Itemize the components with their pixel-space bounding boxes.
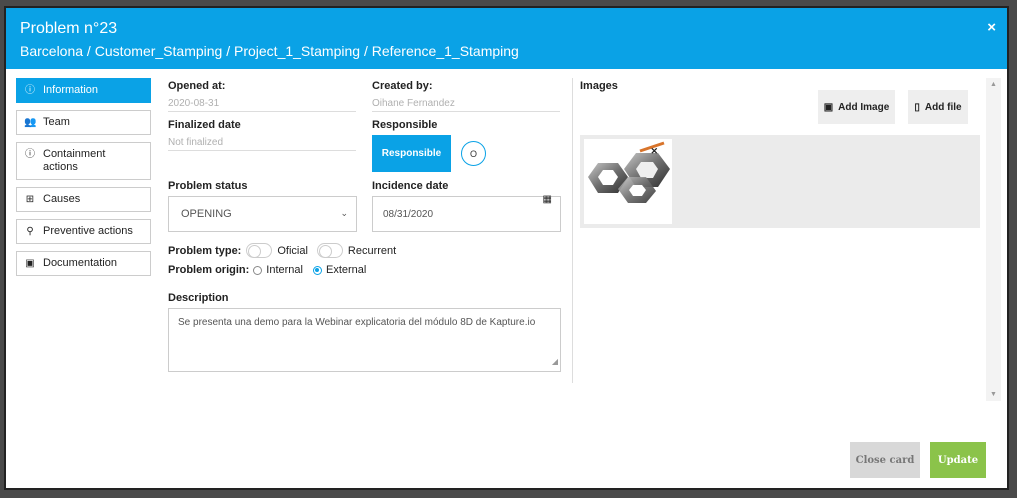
image-thumbnail[interactable]: ✕ xyxy=(584,139,672,224)
problem-title: Problem n°23 xyxy=(20,20,118,37)
recurrent-toggle[interactable] xyxy=(316,243,343,258)
sidebar-item-team[interactable]: 👥 Team xyxy=(16,110,151,135)
info-icon: ⓘ xyxy=(25,85,35,96)
opened-at-label: Opened at: xyxy=(168,80,226,92)
oficial-toggle[interactable] xyxy=(246,243,273,258)
problem-type-label: Problem type: xyxy=(168,244,242,257)
add-image-label: Add Image xyxy=(838,101,890,113)
sidebar-item-documentation[interactable]: ▣ Documentation xyxy=(16,251,151,276)
team-icon: 👥 xyxy=(24,117,37,128)
chevron-down-icon: ⌄ xyxy=(340,208,348,218)
finalized-date-value: Not finalized xyxy=(168,137,356,151)
panel-divider xyxy=(572,78,573,383)
sidebar-item-information[interactable]: ⓘ Information xyxy=(16,78,151,103)
close-icon[interactable]: × xyxy=(987,19,996,36)
sidebar-item-label: Information xyxy=(43,84,99,96)
close-card-button[interactable]: Close card xyxy=(850,442,920,478)
scroll-down-icon[interactable]: ▼ xyxy=(990,391,997,398)
internal-label: Internal xyxy=(266,264,303,276)
sidebar-item-label: Preventive actions xyxy=(43,225,133,237)
file-icon: ▯ xyxy=(914,101,920,113)
add-image-button[interactable]: ▣ Add Image xyxy=(818,90,895,124)
problem-origin-row: Problem origin: Internal External xyxy=(168,264,366,276)
hierarchy-icon: ⊞ xyxy=(25,194,35,205)
recurrent-label: Recurrent xyxy=(347,244,397,257)
problem-modal: Problem n°23 Barcelona / Customer_Stampi… xyxy=(4,6,1009,490)
image-icon: ▣ xyxy=(823,101,834,113)
internal-radio[interactable] xyxy=(253,265,263,275)
scroll-up-icon[interactable]: ▲ xyxy=(990,81,997,88)
problem-status-label: Problem status xyxy=(168,180,248,192)
external-label: External xyxy=(325,264,367,276)
images-panel: Images ▣ Add Image ▯ Add file ✕ xyxy=(580,78,982,401)
document-icon: ▣ xyxy=(25,258,35,269)
hex-nuts-image xyxy=(588,141,670,203)
sidebar-item-label: Team xyxy=(43,116,70,128)
incidence-date-label: Incidence date xyxy=(372,180,449,192)
problem-status-value: OPENING xyxy=(181,208,232,220)
sidebar-item-causes[interactable]: ⊞ Causes xyxy=(16,187,151,212)
sidebar: ⓘ Information 👥 Team ⓘ Containment actio… xyxy=(16,78,151,283)
problem-origin-label: Problem origin: xyxy=(168,264,250,276)
image-gallery: ✕ xyxy=(580,135,980,228)
remove-image-icon[interactable]: ✕ xyxy=(650,146,658,157)
sidebar-item-label: Documentation xyxy=(43,257,117,269)
tool-icon: ⚲ xyxy=(26,226,34,237)
update-button[interactable]: Update xyxy=(930,442,986,478)
calendar-icon[interactable]: ▦ xyxy=(543,194,552,205)
finalized-date-label: Finalized date xyxy=(168,119,241,131)
sidebar-item-label: Causes xyxy=(43,193,81,205)
add-file-label: Add file xyxy=(924,101,962,113)
responsible-label: Responsible xyxy=(372,119,438,131)
problem-type-row: Problem type: Oficial Recurrent xyxy=(168,243,396,258)
incidence-date-value: 08/31/2020 xyxy=(383,208,434,220)
created-by-label: Created by: xyxy=(372,80,433,92)
description-textarea[interactable]: Se presenta una demo para la Webinar exp… xyxy=(168,308,561,372)
description-value: Se presenta una demo para la Webinar exp… xyxy=(178,317,536,328)
external-radio[interactable] xyxy=(312,265,322,275)
sidebar-item-label: Containment actions xyxy=(43,148,106,173)
created-by-value: Oihane Fernandez xyxy=(372,98,560,112)
scrollbar[interactable]: ▲ ▼ xyxy=(986,78,1001,401)
responsible-button[interactable]: Responsible xyxy=(372,135,451,172)
breadcrumb: Barcelona / Customer_Stamping / Project_… xyxy=(20,43,519,59)
info-icon: ⓘ xyxy=(25,149,35,160)
sidebar-item-containment-actions[interactable]: ⓘ Containment actions xyxy=(16,142,151,180)
resize-handle-icon[interactable]: ◢ xyxy=(552,355,558,369)
description-label: Description xyxy=(168,292,229,304)
add-file-button[interactable]: ▯ Add file xyxy=(908,90,968,124)
incidence-date-input[interactable]: 08/31/2020 ▦ xyxy=(372,194,561,232)
opened-at-value: 2020-08-31 xyxy=(168,98,356,112)
problem-status-select[interactable]: OPENING ⌄ xyxy=(168,196,357,232)
images-label: Images xyxy=(580,80,618,92)
modal-header: Problem n°23 Barcelona / Customer_Stampi… xyxy=(6,8,1007,69)
responsible-avatar[interactable]: O xyxy=(461,141,486,166)
oficial-label: Oficial xyxy=(277,244,308,257)
sidebar-item-preventive-actions[interactable]: ⚲ Preventive actions xyxy=(16,219,151,244)
